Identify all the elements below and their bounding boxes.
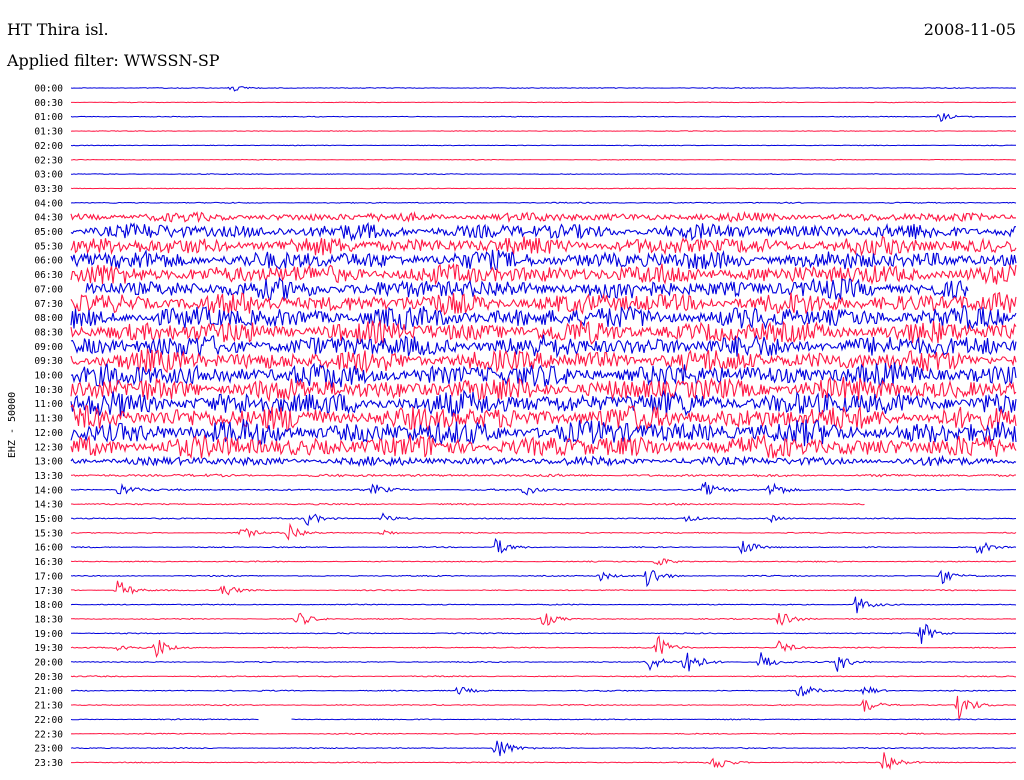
time-label: 15:00	[34, 514, 63, 525]
time-label: 14:30	[34, 500, 63, 511]
time-label: 21:00	[34, 686, 63, 697]
time-label: 20:00	[34, 658, 63, 669]
time-label: 23:30	[34, 758, 63, 769]
trace-row	[71, 695, 1017, 720]
time-label: 18:00	[34, 600, 63, 611]
trace-row	[70, 718, 1017, 721]
time-labels: 00:00 00:30 01:00 01:30 02:00 02:30 03:00 03:30…	[34, 84, 63, 769]
trace-row	[70, 569, 1017, 588]
time-label: 20:30	[34, 672, 63, 683]
trace-row	[71, 580, 1017, 596]
trace-row	[70, 248, 1017, 271]
trace-row	[71, 473, 1016, 478]
trace-row	[71, 512, 1017, 527]
time-label: 16:00	[34, 543, 63, 554]
trace-row	[71, 101, 1017, 104]
trace-row	[70, 334, 1017, 359]
trace-row	[71, 623, 1017, 644]
trace-row	[70, 201, 1017, 204]
trace-row	[70, 454, 1017, 468]
trace-row	[70, 403, 1017, 431]
time-label: 19:00	[34, 629, 63, 640]
time-label: 04:30	[34, 213, 63, 224]
time-label: 13:00	[34, 457, 63, 468]
time-label: 03:30	[34, 184, 63, 195]
time-label: 06:30	[34, 270, 63, 281]
time-label: 08:00	[34, 313, 63, 324]
time-label: 04:00	[34, 198, 63, 209]
trace-row	[71, 502, 865, 506]
time-label: 07:30	[34, 299, 63, 310]
time-label: 09:00	[34, 342, 63, 353]
time-label: 10:00	[34, 371, 63, 382]
time-label: 05:00	[34, 227, 63, 238]
seismic-traces	[70, 86, 1017, 771]
trace-row	[71, 173, 1017, 176]
time-label: 17:30	[34, 586, 63, 597]
trace-row	[70, 558, 1017, 566]
time-label: 16:30	[34, 557, 63, 568]
time-label: 18:30	[34, 614, 63, 625]
helicorder-plot: EHZ - 50000 00:00 00:30 01:00 01:30 02:00 02:…	[7, 84, 1017, 771]
trace-row	[70, 348, 1017, 374]
time-label: 00:30	[34, 98, 63, 109]
trace-row	[70, 221, 1017, 242]
trace-row	[70, 262, 1017, 286]
time-label: 02:00	[34, 141, 63, 152]
trace-row	[70, 522, 1017, 541]
time-label: 22:30	[34, 729, 63, 740]
trace-row	[70, 685, 1017, 697]
time-label: 07:00	[34, 284, 63, 295]
time-label: 10:30	[34, 385, 63, 396]
time-label: 01:00	[34, 112, 63, 123]
trace-row	[70, 740, 1017, 757]
time-label: 03:00	[34, 170, 63, 181]
trace-row	[70, 144, 1016, 147]
trace-row	[70, 635, 1017, 659]
trace-row	[70, 113, 1017, 123]
trace-row	[71, 652, 1017, 672]
time-label: 09:30	[34, 356, 63, 367]
time-label: 02:30	[34, 155, 63, 166]
trace-row	[70, 596, 1017, 614]
time-label: 11:30	[34, 414, 63, 425]
time-label: 17:00	[34, 571, 63, 582]
time-label: 01:30	[34, 127, 63, 138]
time-label: 08:30	[34, 327, 63, 338]
time-label: 15:30	[34, 528, 63, 539]
trace-row	[70, 158, 1017, 161]
trace-row	[70, 86, 1017, 92]
trace-row	[71, 612, 1017, 626]
time-label: 14:00	[34, 485, 63, 496]
time-label: 11:00	[34, 399, 63, 410]
time-label: 12:00	[34, 428, 63, 439]
trace-row	[71, 752, 1017, 771]
trace-row	[70, 291, 1017, 316]
trace-row	[70, 130, 1017, 132]
time-label: 22:00	[34, 715, 63, 726]
time-label: 05:30	[34, 241, 63, 252]
trace-row	[70, 732, 1017, 735]
time-label: 12:30	[34, 442, 63, 453]
trace-row	[70, 675, 1017, 678]
trace-row	[70, 210, 1017, 223]
trace-row	[70, 187, 1016, 190]
trace-row	[70, 481, 1017, 496]
time-label: 19:30	[34, 643, 63, 654]
time-label: 13:30	[34, 471, 63, 482]
time-label: 21:30	[34, 701, 63, 712]
trace-row	[70, 537, 1017, 555]
time-label: 06:00	[34, 256, 63, 267]
y-axis-label: EHZ - 50000	[7, 392, 18, 458]
trace-row	[70, 235, 1017, 257]
time-label: 23:00	[34, 744, 63, 755]
time-label: 00:00	[34, 84, 63, 95]
